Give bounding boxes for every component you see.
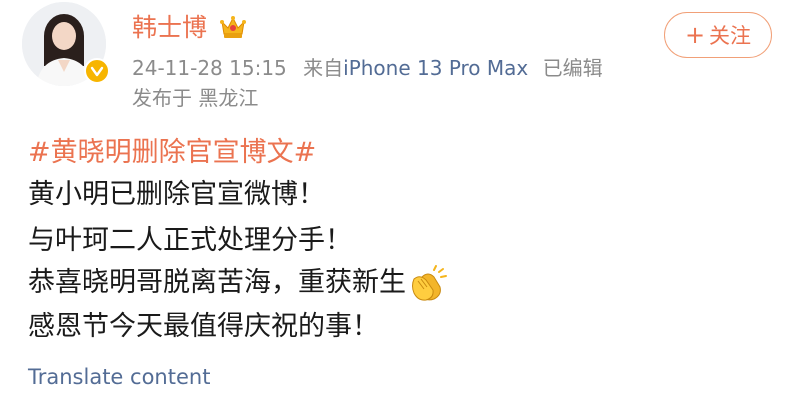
username[interactable]: 韩士博 bbox=[132, 12, 207, 44]
post-line-4: 感恩节今天最值得庆祝的事！ bbox=[28, 311, 379, 342]
plus-icon: + bbox=[684, 21, 706, 49]
clapping-hands-icon bbox=[412, 264, 447, 301]
edited-label[interactable]: 已编辑 bbox=[543, 56, 603, 80]
follow-button[interactable]: + 关注 bbox=[664, 12, 772, 58]
post-line-1: 黄小明已删除官宣微博！ bbox=[28, 179, 325, 210]
device-source-link[interactable]: iPhone 13 Pro Max bbox=[343, 56, 528, 80]
translate-content-link[interactable]: Translate content bbox=[28, 362, 210, 392]
crown-icon[interactable] bbox=[219, 14, 247, 40]
verified-badge-icon bbox=[84, 58, 110, 84]
timestamp: 24-11-28 15:15 bbox=[132, 56, 287, 80]
post-location: 发布于 黑龙江 bbox=[132, 86, 259, 110]
post-line-2: 与叶珂二人正式处理分手！ bbox=[28, 225, 352, 256]
avatar-container[interactable] bbox=[22, 2, 110, 90]
post-line-3: 恭喜晓明哥脱离苦海，重获新生 bbox=[28, 264, 448, 303]
source-prefix: 来自 bbox=[303, 56, 344, 80]
topic-hashtag[interactable]: #黄晓明删除官宣博文# bbox=[28, 134, 316, 172]
follow-label: 关注 bbox=[709, 24, 752, 48]
post-line-3-text: 恭喜晓明哥脱离苦海，重获新生 bbox=[28, 267, 406, 298]
post-meta: 24-11-28 15:15 来自iPhone 13 Pro Max 已编辑 bbox=[132, 54, 603, 82]
